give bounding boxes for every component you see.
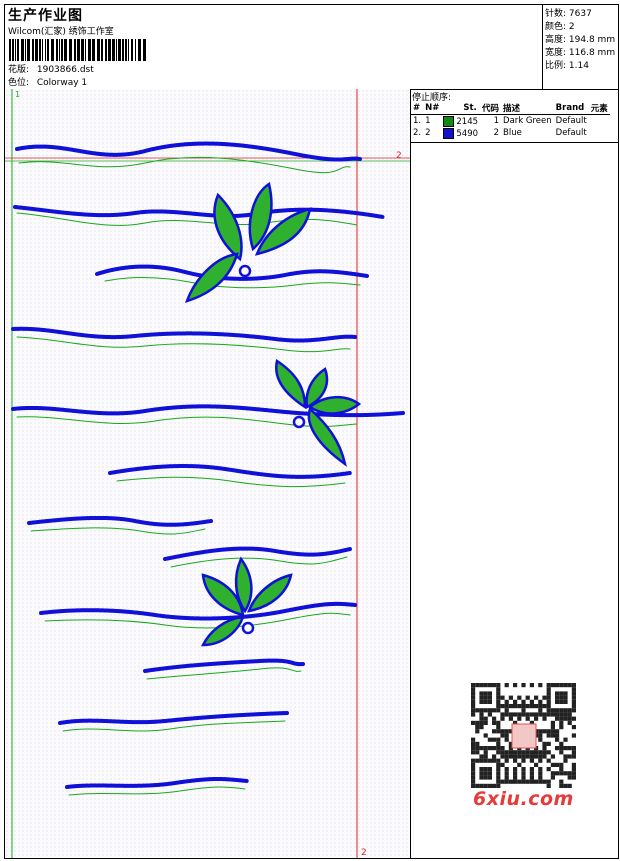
wave-4 <box>11 326 357 353</box>
sheet-header: 生产作业图 Wilcom(汇家) 绣饰工作室 花版: 1903866.dst 色… <box>5 5 618 90</box>
marker-bottom-right: 2 <box>361 848 367 858</box>
design-stats: 针数: 7637 颜色: 2 高度: 194.8 mm 宽度: 116.8 mm… <box>542 5 619 89</box>
stat-scale: 比例: 1.14 <box>545 61 589 71</box>
flower-3 <box>200 556 293 647</box>
barcode <box>9 39 146 61</box>
watermark-brand: 6xiu.com <box>473 788 574 810</box>
col-code: 代码 <box>480 102 502 115</box>
wave-group <box>11 141 405 796</box>
table-header-row: # N# St. 代码 描述 Brand 元素 <box>411 102 610 115</box>
marker-top-right: 2 <box>396 151 402 161</box>
wave-6 <box>108 464 352 488</box>
design-file-value: 1903866.dst <box>36 65 94 75</box>
wave-10 <box>143 658 305 680</box>
studio-name: Wilcom(汇家) 绣饰工作室 <box>8 27 114 37</box>
table-row[interactable]: 1. 1 2145 1 Dark Green Default <box>411 115 610 128</box>
stat-stitches: 针数: 7637 <box>545 9 592 19</box>
col-num: # <box>411 102 424 115</box>
table-row[interactable]: 2. 2 5490 2 Blue Default <box>411 127 610 139</box>
colorway-label: 色位: <box>8 78 30 88</box>
wave-3 <box>95 264 369 289</box>
stat-width: 宽度: 116.8 mm <box>545 48 616 58</box>
wave-9 <box>39 601 357 629</box>
design-file-row: 花版: 1903866.dst <box>8 62 94 75</box>
stamp-icon <box>511 723 537 749</box>
wave-12 <box>65 777 249 796</box>
page-title: 生产作业图 <box>8 8 83 24</box>
design-preview[interactable]: 1 2 2 <box>5 89 411 858</box>
colorway-value: Colorway 1 <box>36 78 88 88</box>
marker-top-left: 1 <box>15 90 20 99</box>
stop-sequence-panel: 停止顺序: # N# St. 代码 描述 Brand 元素 1. 1 2145 <box>410 89 618 143</box>
wave-7 <box>27 515 213 535</box>
wave-11 <box>58 711 289 732</box>
stat-height: 高度: 194.8 mm <box>545 35 616 45</box>
color-swatch-green <box>443 115 455 127</box>
design-file-label: 花版: <box>8 65 30 75</box>
col-st: St. <box>441 102 481 115</box>
colorway-row: 色位: Colorway 1 <box>8 75 87 88</box>
col-desc: 描述 <box>501 102 554 115</box>
flower-1 <box>184 182 312 303</box>
wave-8 <box>163 546 352 568</box>
col-element: 元素 <box>588 102 610 115</box>
col-brand: Brand <box>553 102 589 115</box>
stat-colors: 颜色: 2 <box>545 22 575 32</box>
qr-code <box>468 680 580 792</box>
embroidery-canvas: 1 2 2 <box>5 89 410 858</box>
color-swatch-blue <box>443 127 455 139</box>
stop-sequence-table: # N# St. 代码 描述 Brand 元素 1. 1 2145 1 Dark… <box>411 102 610 139</box>
col-n: N# <box>423 102 442 115</box>
wave-2 <box>13 205 385 226</box>
